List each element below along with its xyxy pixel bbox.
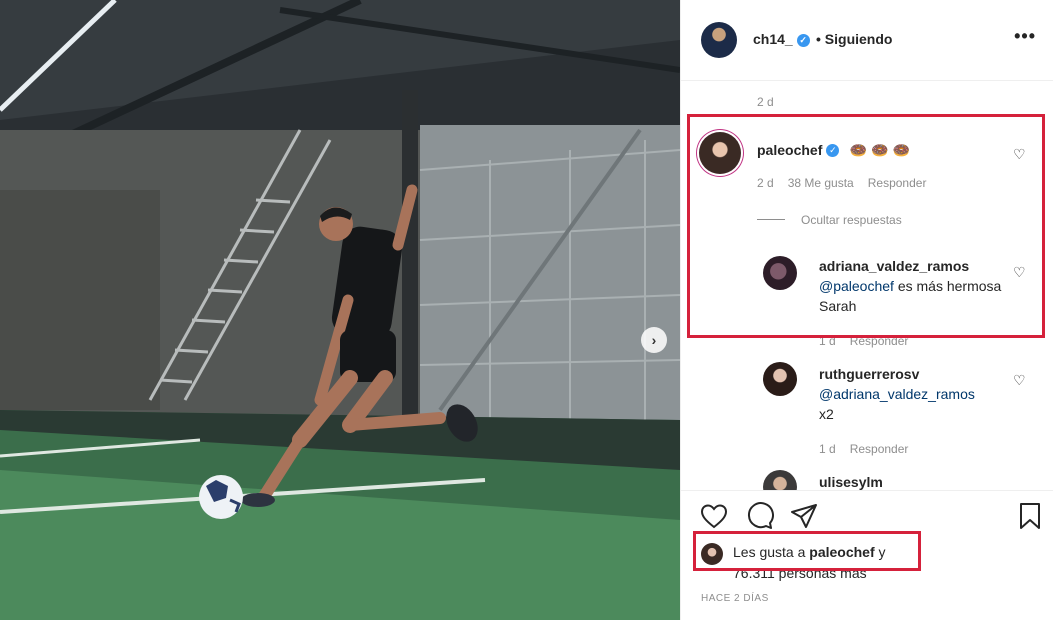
post-header: ch14_ ✓ • Siguiendo ••• xyxy=(681,0,1053,81)
reply-time: 1 d xyxy=(819,334,836,348)
comment-likes[interactable]: 38 Me gusta xyxy=(788,176,854,190)
replies-divider xyxy=(757,219,785,220)
comment-time: 2 d xyxy=(757,176,774,190)
like-reply-heart-icon[interactable]: ♡ xyxy=(1013,372,1026,389)
reply-mention[interactable]: @adriana_valdez_ramos xyxy=(819,386,975,402)
likes-suffix: y xyxy=(874,544,886,560)
next-image-button[interactable]: › xyxy=(641,327,667,353)
reply-username[interactable]: adriana_valdez_ramos xyxy=(819,258,1019,274)
reply-time: 1 d xyxy=(819,442,836,456)
post-age[interactable]: HACE 2 DÍAS xyxy=(701,593,769,604)
author-avatar[interactable] xyxy=(701,22,737,58)
reply-button[interactable]: Responder xyxy=(850,442,909,456)
likes-count[interactable]: 76.311 personas más xyxy=(733,565,867,581)
like-heart-icon[interactable] xyxy=(699,501,729,531)
like-reply-heart-icon[interactable]: ♡ xyxy=(1013,264,1026,281)
reply-body: adriana_valdez_ramos @paleochef es más h… xyxy=(819,258,1019,316)
post-actions-bar xyxy=(681,490,1053,551)
likes-prefix: Les gusta a xyxy=(733,544,810,560)
likes-summary: Les gusta a paleochef y xyxy=(733,544,886,560)
comment-text: 🍩 🍩 🍩 xyxy=(849,142,910,158)
reply-mention[interactable]: @paleochef xyxy=(819,278,894,294)
reply-body: ruthguerrerosv @adriana_valdez_ramos x2 xyxy=(819,366,1019,424)
following-status[interactable]: • Siguiendo xyxy=(816,31,892,47)
hide-replies-button[interactable]: Ocultar respuestas xyxy=(801,213,902,227)
liker-username[interactable]: paleochef xyxy=(809,544,874,560)
comment-avatar[interactable] xyxy=(699,132,741,174)
save-bookmark-icon[interactable] xyxy=(1015,501,1045,531)
caption-time: 2 d xyxy=(757,95,774,109)
share-icon[interactable] xyxy=(789,501,819,531)
reply-meta: 1 d Responder xyxy=(819,334,922,348)
comment-meta: 2 d 38 Me gusta Responder xyxy=(757,176,940,190)
more-icon[interactable]: ••• xyxy=(1014,26,1036,47)
reply-username[interactable]: ulisesylm xyxy=(819,474,883,490)
reply-text: @adriana_valdez_ramos xyxy=(819,384,1019,404)
reply-avatar[interactable] xyxy=(763,256,797,290)
post-photo-scene xyxy=(0,0,680,620)
author-username-text[interactable]: ch14_ xyxy=(753,31,793,47)
reply-avatar[interactable] xyxy=(763,362,797,396)
author-username[interactable]: ch14_ ✓ xyxy=(753,31,810,47)
reply-text: @paleochef es más hermosa Sarah xyxy=(819,276,1019,316)
liker-avatar[interactable] xyxy=(701,543,723,565)
reply-button[interactable]: Responder xyxy=(868,176,927,190)
reply-message: x2 xyxy=(819,406,834,422)
reply-username[interactable]: ruthguerrerosv xyxy=(819,366,1019,382)
post-photo: › xyxy=(0,0,680,620)
comment-header: paleochef ✓ 🍩 🍩 🍩 xyxy=(757,140,910,160)
reply-button[interactable]: Responder xyxy=(850,334,909,348)
reply-meta: 1 d Responder xyxy=(819,442,922,456)
verified-icon: ✓ xyxy=(826,144,840,158)
comment-username[interactable]: paleochef xyxy=(757,142,822,158)
post-side-panel: ch14_ ✓ • Siguiendo ••• 2 d paleochef ✓ 🍩 … xyxy=(680,0,1053,620)
verified-icon: ✓ xyxy=(796,33,810,47)
like-comment-heart-icon[interactable]: ♡ xyxy=(1013,146,1026,163)
comment-icon[interactable] xyxy=(744,501,774,531)
